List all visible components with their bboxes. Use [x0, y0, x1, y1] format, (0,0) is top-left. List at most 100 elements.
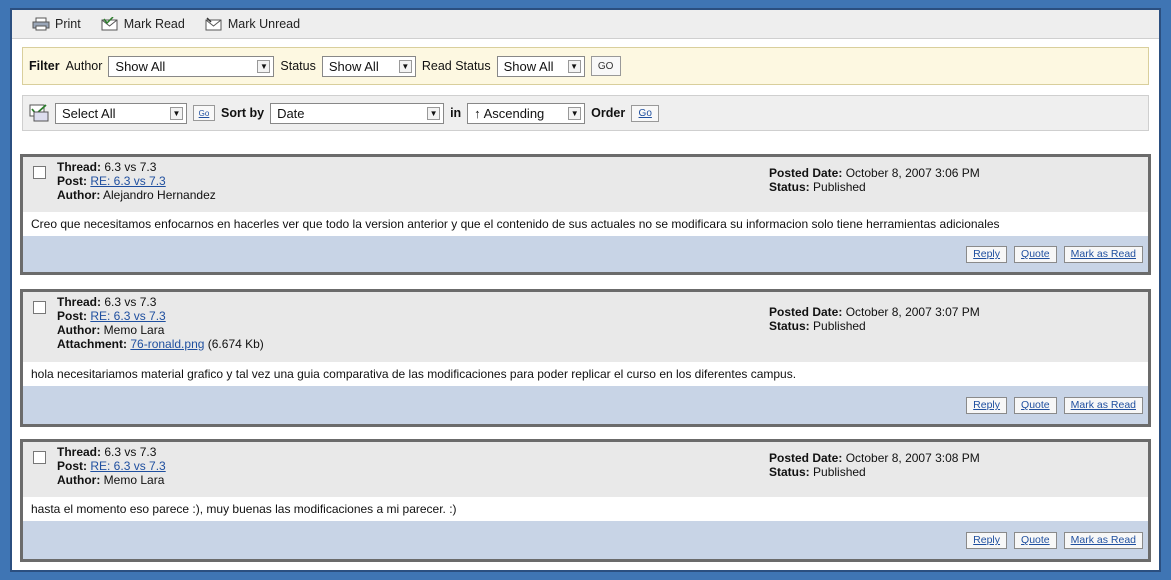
sort-go-button[interactable]: Go [631, 104, 660, 122]
post-date-status: Posted Date: October 8, 2007 3:07 PM Sta… [769, 305, 980, 333]
sort-bar: Select All ▼ Go Sort by Date ▼ in ↑ Asce… [22, 95, 1149, 131]
posted-date-value: October 8, 2007 3:08 PM [845, 451, 980, 465]
chevron-down-icon: ▼ [567, 59, 581, 73]
author-label: Author: [57, 188, 101, 202]
printer-icon [32, 17, 50, 31]
attachment-label: Attachment: [57, 337, 128, 351]
reply-button[interactable]: Reply [966, 531, 1008, 549]
post-meta: Thread: 6.3 vs 7.3 Post: RE: 6.3 vs 7.3 … [57, 445, 166, 487]
select-all-select[interactable]: Select All ▼ [55, 102, 187, 124]
post-date-status: Posted Date: October 8, 2007 3:08 PM Sta… [769, 451, 980, 479]
status-value: Published [813, 180, 866, 194]
quote-button[interactable]: Quote [1014, 245, 1057, 263]
order-label: Order [591, 106, 626, 120]
quote-button[interactable]: Quote [1014, 531, 1057, 549]
forum-page: Print Mark Read Mark Unread Filter Autho… [10, 8, 1161, 572]
quote-button[interactable]: Quote [1014, 396, 1057, 414]
posted-date-label: Posted Date: [769, 166, 843, 180]
chevron-down-icon: ▼ [427, 106, 441, 120]
filter-bar: Filter Author Show All ▼ Status Show All… [22, 47, 1149, 85]
post-link[interactable]: RE: 6.3 vs 7.3 [90, 309, 165, 323]
attachment-size: (6.674 Kb) [207, 337, 264, 351]
post-link[interactable]: RE: 6.3 vs 7.3 [90, 174, 165, 188]
filter-go-button[interactable]: GO [590, 56, 621, 76]
post-actions: Reply Quote Mark as Read [23, 386, 1148, 424]
post-actions: Reply Quote Mark as Read [23, 521, 1148, 559]
chevron-down-icon: ▼ [398, 59, 412, 73]
thread-value: 6.3 vs 7.3 [104, 160, 157, 174]
post-label: Post: [57, 174, 87, 188]
select-all-value: Select All [62, 105, 116, 121]
chevron-down-icon: ▼ [170, 106, 183, 120]
envelope-unread-icon [205, 17, 223, 31]
order-select[interactable]: ↑ Ascending ▼ [467, 102, 586, 124]
post-card: Thread: 6.3 vs 7.3 Post: RE: 6.3 vs 7.3 … [20, 289, 1151, 427]
post-actions: Reply Quote Mark as Read [23, 236, 1148, 272]
post-card: Thread: 6.3 vs 7.3 Post: RE: 6.3 vs 7.3 … [20, 154, 1151, 275]
reply-button[interactable]: Reply [966, 396, 1008, 414]
print-label: Print [55, 17, 81, 31]
posted-date-value: October 8, 2007 3:06 PM [845, 166, 980, 180]
attachment-link[interactable]: 76-ronald.png [130, 337, 204, 351]
select-go-button[interactable]: Go [193, 105, 215, 121]
mark-as-read-button[interactable]: Mark as Read [1063, 531, 1143, 549]
envelope-check-icon [101, 16, 119, 31]
status-select[interactable]: Show All ▼ [321, 55, 416, 77]
chevron-down-icon: ▼ [257, 59, 271, 73]
mark-read-label: Mark Read [123, 17, 185, 31]
status-value: Published [813, 319, 866, 333]
status-value: Published [813, 465, 866, 479]
post-label: Post: [57, 309, 87, 323]
author-value: Memo Lara [103, 323, 165, 337]
author-value: Memo Lara [103, 473, 165, 487]
author-label: Author [65, 59, 103, 73]
read-status-select[interactable]: Show All ▼ [496, 55, 585, 77]
post-link[interactable]: RE: 6.3 vs 7.3 [90, 459, 165, 473]
author-label: Author: [57, 323, 101, 337]
post-meta: Thread: 6.3 vs 7.3 Post: RE: 6.3 vs 7.3 … [57, 160, 216, 202]
thread-value: 6.3 vs 7.3 [104, 295, 157, 309]
post-card: Thread: 6.3 vs 7.3 Post: RE: 6.3 vs 7.3 … [20, 439, 1151, 562]
sortby-label: Sort by [221, 106, 265, 120]
mark-as-read-button[interactable]: Mark as Read [1063, 396, 1143, 414]
post-meta: Thread: 6.3 vs 7.3 Post: RE: 6.3 vs 7.3 … [57, 295, 264, 351]
thread-label: Thread: [57, 295, 102, 309]
print-button[interactable]: Print [32, 17, 81, 31]
posted-date-label: Posted Date: [769, 451, 843, 465]
read-status-select-value: Show All [503, 58, 554, 74]
mark-unread-label: Mark Unread [227, 17, 301, 31]
thread-label: Thread: [57, 160, 102, 174]
author-select-value: Show All [115, 58, 166, 74]
sortby-select[interactable]: Date ▼ [270, 102, 445, 124]
status-label: Status: [769, 319, 810, 333]
post-date-status: Posted Date: October 8, 2007 3:06 PM Sta… [769, 166, 980, 194]
author-label: Author: [57, 473, 101, 487]
status-label: Status: [769, 465, 810, 479]
select-all-icon [29, 104, 49, 122]
post-label: Post: [57, 459, 87, 473]
posted-date-label: Posted Date: [769, 305, 843, 319]
in-label: in [450, 106, 462, 120]
mark-read-button[interactable]: Mark Read [101, 16, 185, 31]
chevron-down-icon: ▼ [568, 106, 582, 120]
post-body: Creo que necesitamos enfocarnos en hacer… [23, 212, 1148, 236]
posted-date-value: October 8, 2007 3:07 PM [845, 305, 980, 319]
status-label: Status: [769, 180, 810, 194]
thread-label: Thread: [57, 445, 102, 459]
toolbar: Print Mark Read Mark Unread [12, 10, 1159, 39]
sortby-value: Date [277, 105, 305, 121]
post-select-checkbox[interactable] [33, 301, 46, 314]
status-select-value: Show All [328, 58, 379, 74]
post-select-checkbox[interactable] [33, 166, 46, 179]
author-value: Alejandro Hernandez [103, 188, 216, 202]
reply-button[interactable]: Reply [966, 245, 1008, 263]
thread-value: 6.3 vs 7.3 [104, 445, 157, 459]
post-body: hola necesitariamos material grafico y t… [23, 362, 1148, 386]
author-select[interactable]: Show All ▼ [108, 55, 275, 77]
mark-unread-button[interactable]: Mark Unread [205, 17, 300, 31]
read-status-label: Read Status [421, 59, 491, 73]
order-value: ↑ Ascending [474, 105, 545, 121]
post-select-checkbox[interactable] [33, 451, 46, 464]
mark-as-read-button[interactable]: Mark as Read [1063, 245, 1143, 263]
status-label: Status [280, 59, 316, 73]
